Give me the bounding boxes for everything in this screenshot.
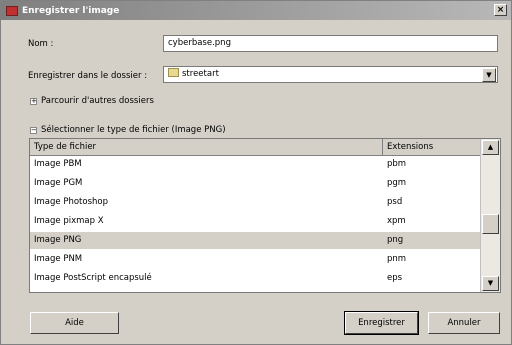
folder-value: streetart [182, 69, 219, 79]
dialog-title: Enregistrer l'image [22, 5, 120, 16]
filename-input[interactable]: cyberbase.png [163, 35, 498, 52]
row-type: Image PostScript encapsulé [34, 273, 152, 283]
list-row[interactable]: Image PBM pbm [30, 156, 481, 173]
scroll-up-icon[interactable]: ▲ [482, 140, 499, 155]
row-extension: pbm [387, 159, 407, 169]
browse-folders-expander[interactable]: + Parcourir d'autres dossiers [30, 96, 154, 106]
column-header-extensions[interactable]: Extensions [383, 139, 481, 155]
column-header-type[interactable]: Type de fichier [30, 139, 383, 155]
app-icon [6, 5, 18, 16]
row-type: Image PNM [34, 254, 83, 264]
filetype-list[interactable]: Type de fichier Extensions Image PBM pbm … [29, 138, 501, 293]
row-extension: eps [387, 273, 403, 283]
cancel-button[interactable]: Annuler [428, 312, 500, 334]
list-header: Type de fichier Extensions [30, 139, 481, 156]
row-type: Image pixmap X [34, 216, 104, 226]
help-button[interactable]: Aide [30, 312, 119, 334]
name-label: Nom : [28, 39, 54, 49]
row-extension: pnm [387, 254, 407, 264]
list-row[interactable]: Image PNM pnm [30, 251, 481, 268]
collapse-icon: − [30, 125, 37, 134]
filetype-expander-label: Sélectionner le type de fichier (Image P… [41, 125, 226, 135]
list-row[interactable]: Image PGM pgm [30, 175, 481, 192]
folder-icon [168, 68, 179, 77]
save-image-dialog: Enregistrer l'image × Nom : cyberbase.pn… [0, 0, 512, 345]
filetype-expander[interactable]: − Sélectionner le type de fichier (Image… [30, 125, 226, 135]
browse-folders-label: Parcourir d'autres dossiers [41, 96, 154, 106]
row-type: Image PBM [34, 159, 82, 169]
row-type: Image PNG [34, 235, 82, 245]
row-extension: xpm [387, 216, 406, 226]
folder-label: Enregistrer dans le dossier : [28, 71, 148, 81]
list-row[interactable]: Image pixmap X xpm [30, 213, 481, 230]
scroll-down-icon[interactable]: ▼ [482, 276, 499, 291]
expand-icon: + [30, 96, 37, 105]
save-button[interactable]: Enregistrer [344, 311, 419, 335]
row-type: Image PGM [34, 178, 83, 188]
vertical-scrollbar[interactable]: ▲ ▼ [480, 139, 500, 292]
folder-combo[interactable]: streetart ▼ [163, 66, 498, 83]
close-icon[interactable]: × [494, 4, 507, 16]
list-row[interactable]: Image Photoshop psd [30, 194, 481, 211]
list-row-selected[interactable]: Image PNG png [30, 232, 481, 249]
row-extension: pgm [387, 178, 407, 188]
scrollbar-thumb[interactable] [482, 214, 499, 234]
title-bar[interactable]: Enregistrer l'image × [1, 1, 511, 20]
row-type: Image Photoshop [34, 197, 108, 207]
row-extension: psd [387, 197, 403, 207]
list-row[interactable]: Image PostScript encapsulé eps [30, 270, 481, 287]
chevron-down-icon[interactable]: ▼ [482, 68, 496, 82]
row-extension: png [387, 235, 404, 245]
